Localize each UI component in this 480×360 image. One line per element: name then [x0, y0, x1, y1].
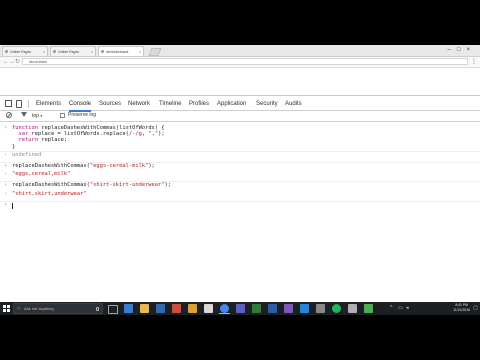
result-value: "shirt,skirt,underwear" [12, 191, 87, 197]
result-prompt-icon: ‹ [4, 191, 8, 197]
tab-console[interactable]: Console [69, 98, 92, 112]
tab-application[interactable]: Application [217, 98, 246, 110]
show-hidden-icons-icon[interactable]: ^ [390, 305, 392, 311]
code-line: replaceDashesWithCommas("shirt-skirt-und… [12, 182, 172, 188]
input-prompt-icon: › [4, 202, 8, 208]
close-tab-icon[interactable]: × [139, 47, 141, 56]
page-favicon-icon [5, 50, 8, 53]
input-prompt-icon: › [4, 125, 8, 131]
word-icon[interactable] [268, 304, 277, 313]
network-icon[interactable]: ▭ [398, 305, 403, 311]
browser-tab-title: Online Pages [58, 50, 80, 54]
app-icon[interactable] [204, 304, 213, 313]
active-app-indicator [219, 313, 230, 314]
tab-elements[interactable]: Elements [36, 98, 61, 110]
code-block: function replaceDashesWithCommas(listOfW… [12, 125, 165, 150]
app-icon[interactable] [300, 304, 309, 313]
search-icon: ○ [17, 306, 21, 312]
code-line: replaceDashesWithCommas("eggs-cereal-mil… [12, 163, 155, 169]
menu-icon[interactable]: ⋮ [471, 58, 477, 66]
devtools-tab-bar: Elements Console Sources Network Timelin… [0, 98, 480, 112]
device-toolbar-icon[interactable] [16, 100, 22, 108]
preserve-log-label: Preserve log [68, 112, 97, 118]
task-view-icon[interactable] [108, 305, 118, 314]
browser-tab-strip: Online Pages × Online Pages × devtools/b… [0, 45, 480, 57]
browser-tab[interactable]: Online Pages × [2, 46, 48, 56]
taskbar: ○ Ask me anything ^ ▭ ◂ 8:41 PM 11/21/20… [0, 302, 480, 315]
app-icon[interactable] [188, 304, 197, 313]
console-entry: › replaceDashesWithCommas("shirt-skirt-u… [0, 181, 480, 188]
notifications-icon[interactable]: ▢ [473, 305, 478, 311]
chrome-icon[interactable] [220, 304, 229, 313]
result-prompt-icon: ‹ [4, 152, 8, 158]
browser-tab-title: devtools/blank [106, 50, 129, 54]
system-clock[interactable]: 8:41 PM 11/21/2016 [453, 303, 470, 313]
windows-start-icon[interactable] [3, 305, 10, 312]
console-input-line[interactable]: › [0, 201, 480, 209]
app-icon[interactable] [252, 304, 261, 313]
tab-timeline[interactable]: Timeline [159, 98, 181, 110]
result-value: "eggs,cereal,milk" [12, 171, 71, 177]
chevron-down-icon: ▾ [40, 113, 43, 118]
address-bar-row: ← → ↻ about:blank ⋮ [0, 57, 480, 68]
app-icon[interactable] [364, 304, 373, 313]
tab-profiles[interactable]: Profiles [189, 98, 209, 110]
microphone-icon[interactable] [96, 307, 99, 311]
input-prompt-icon: › [4, 163, 8, 169]
preserve-log-checkbox[interactable] [60, 113, 65, 118]
file-explorer-icon[interactable] [140, 304, 149, 313]
volume-icon[interactable]: ◂ [406, 305, 409, 311]
devtools-panel: Elements Console Sources Network Timelin… [0, 95, 480, 315]
browser-tab[interactable]: Online Pages × [50, 46, 96, 56]
edge-icon[interactable] [124, 304, 133, 313]
text-cursor [12, 203, 13, 209]
tab-sources[interactable]: Sources [99, 98, 121, 110]
close-tab-icon[interactable]: × [91, 47, 93, 56]
result-value: undefined [12, 152, 42, 158]
page-favicon-icon [53, 50, 56, 53]
divider [28, 100, 29, 108]
tab-audits[interactable]: Audits [285, 98, 302, 110]
app-icon[interactable] [348, 304, 357, 313]
window-controls[interactable]: –□× [448, 45, 476, 55]
context-value: top [32, 113, 39, 119]
input-prompt-icon: › [4, 182, 8, 188]
browser-tab-title: Online Pages [10, 50, 32, 54]
context-select[interactable]: top ▾ [32, 111, 42, 121]
console-entry: › replaceDashesWithCommas("eggs-cereal-m… [0, 162, 480, 169]
store-icon[interactable] [156, 304, 165, 313]
tab-network[interactable]: Network [128, 98, 150, 110]
new-tab-button[interactable] [148, 48, 162, 56]
clock-date: 11/21/2016 [453, 308, 470, 312]
search-placeholder: Ask me anything [24, 306, 54, 311]
console-toolbar: top ▾ Preserve log [0, 111, 480, 122]
page-favicon-icon [101, 50, 104, 53]
screen-frame: Online Pages × Online Pages × devtools/b… [0, 45, 480, 315]
console-entry: ‹ undefined [0, 151, 480, 158]
address-bar[interactable]: about:blank [22, 58, 468, 65]
spotify-icon[interactable] [332, 304, 341, 313]
reload-icon[interactable]: ↻ [15, 58, 20, 66]
clear-console-icon[interactable] [6, 112, 12, 118]
tab-security[interactable]: Security [256, 98, 278, 110]
app-icon[interactable] [236, 304, 245, 313]
browser-tab-active[interactable]: devtools/blank × [98, 46, 144, 56]
app-icon[interactable] [172, 304, 181, 313]
result-prompt-icon: ‹ [4, 171, 8, 177]
taskbar-search-box[interactable]: ○ Ask me anything [13, 303, 103, 314]
console-output[interactable]: › function replaceDashesWithCommas(listO… [0, 123, 480, 273]
filter-icon[interactable] [21, 112, 27, 117]
app-icon[interactable] [316, 304, 325, 313]
close-tab-icon[interactable]: × [43, 47, 45, 56]
address-text: about:blank [29, 60, 48, 64]
inspect-element-icon[interactable] [5, 100, 12, 107]
app-icon[interactable] [284, 304, 293, 313]
